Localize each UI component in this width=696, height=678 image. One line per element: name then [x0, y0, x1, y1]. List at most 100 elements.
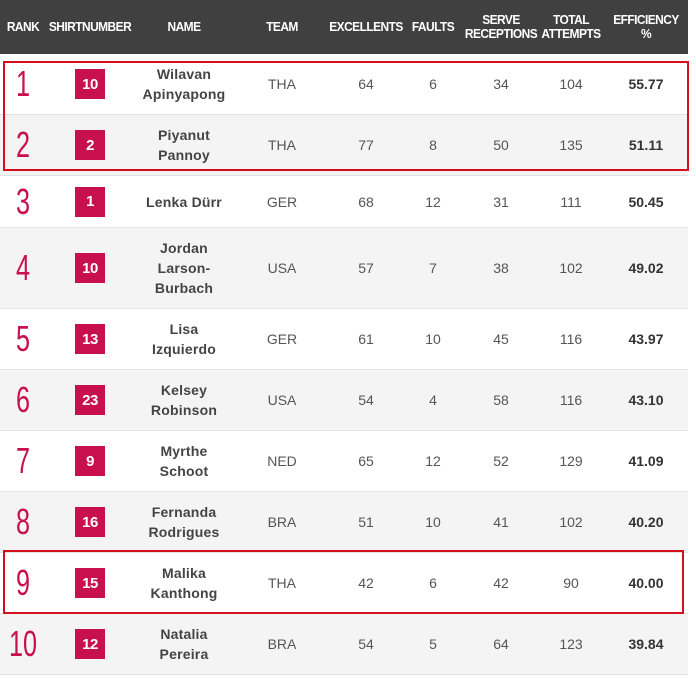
- cell-eff: 50.45: [604, 176, 688, 227]
- eff-value: 43.10: [628, 392, 664, 408]
- player-name-line: Pereira: [159, 646, 209, 662]
- faults-value: 8: [429, 137, 437, 153]
- excellents-value: 51: [358, 514, 374, 530]
- team-value: USA: [267, 260, 297, 276]
- cell-faults: 5: [402, 614, 464, 674]
- cell-faults: 12: [402, 176, 464, 227]
- faults-value: 12: [425, 453, 441, 469]
- cell-name: Jordan Larson- Burbach: [134, 228, 234, 308]
- player-name[interactable]: Kelsey Robinson: [151, 380, 217, 420]
- cell-name: Wilavan Apinyapong: [134, 54, 234, 114]
- player-name-line: Fernanda: [151, 504, 217, 520]
- table-row[interactable]: 10 12 Natalia Pereira BRA 54 5 64 123 39.84: [0, 614, 688, 675]
- col-shirtnumber-header[interactable]: SHIRTNUMBER: [49, 0, 132, 54]
- rank-number: 7: [15, 440, 31, 481]
- player-name[interactable]: Piyanut Pannoy: [158, 125, 210, 165]
- faults-value: 6: [429, 575, 437, 591]
- cell-team: NED: [234, 431, 330, 491]
- team-value: NED: [267, 453, 297, 469]
- col-efficiency-header[interactable]: EFFICIENCY%: [607, 0, 684, 54]
- table-row[interactable]: 3 1 Lenka Dürr GER 68 12 31 111 50.45: [0, 176, 688, 228]
- cell-team: BRA: [234, 614, 330, 674]
- col-total-attempts-header[interactable]: TOTAL ATTEMPTS: [541, 0, 602, 54]
- cell-serve: 42: [464, 553, 538, 613]
- player-name-line: Pannoy: [158, 147, 210, 163]
- cell-team: USA: [234, 370, 330, 430]
- total-value: 129: [559, 453, 583, 469]
- player-name-line: Kanthong: [150, 585, 218, 601]
- cell-total: 116: [538, 370, 604, 430]
- team-value: THA: [268, 137, 296, 153]
- cell-excellents: 64: [330, 54, 402, 114]
- rank-number: 5: [15, 318, 31, 359]
- player-name-line: Jordan: [160, 240, 208, 256]
- player-name[interactable]: Myrthe Schoot: [160, 441, 209, 481]
- cell-total: 102: [538, 492, 604, 552]
- cell-name: Myrthe Schoot: [134, 431, 234, 491]
- cell-shirt: 10: [46, 228, 134, 308]
- player-name-line: Rodrigues: [148, 524, 220, 540]
- col-faults-header[interactable]: FAULTS: [404, 0, 461, 54]
- player-name-line: Larson-: [157, 260, 211, 276]
- cell-total: 129: [538, 431, 604, 491]
- player-name[interactable]: Jordan Larson- Burbach: [155, 238, 213, 298]
- col-serve-receptions-header[interactable]: SERVE RECEPTIONS: [465, 0, 538, 54]
- shirt-number-badge: 12: [75, 629, 105, 659]
- table-row[interactable]: 9 15 Malika Kanthong THA 42 6 42 90 40.00: [0, 553, 688, 614]
- table-row[interactable]: 4 10 Jordan Larson- Burbach USA 57 7 38 102 49.02: [0, 228, 688, 309]
- cell-excellents: 54: [330, 614, 402, 674]
- cell-faults: 6: [402, 553, 464, 613]
- player-name-line: Apinyapong: [142, 86, 226, 102]
- table-row[interactable]: 2 2 Piyanut Pannoy THA 77 8 50 135 51.11: [0, 115, 688, 176]
- player-name[interactable]: Natalia Pereira: [160, 624, 209, 664]
- serve-value: 42: [493, 575, 509, 591]
- rank-number: 1: [15, 63, 31, 104]
- cell-serve: 31: [464, 176, 538, 227]
- team-value: BRA: [267, 636, 297, 652]
- cell-serve: 64: [464, 614, 538, 674]
- eff-value: 40.00: [628, 575, 664, 591]
- serve-value: 52: [493, 453, 509, 469]
- table-row[interactable]: 8 16 Fernanda Rodrigues BRA 51 10 41 102 40.20: [0, 492, 688, 553]
- cell-serve: 52: [464, 431, 538, 491]
- player-name-line: Kelsey: [160, 382, 208, 398]
- table-row[interactable]: 7 9 Myrthe Schoot NED 65 12 52 129 41.09: [0, 431, 688, 492]
- player-name[interactable]: Malika Kanthong: [151, 563, 218, 603]
- cell-team: GER: [234, 309, 330, 369]
- player-name-line: Izquierdo: [151, 341, 217, 357]
- table-row[interactable]: 6 23 Kelsey Robinson USA 54 4 58 116 43.10: [0, 370, 688, 431]
- cell-rank: 9: [0, 553, 46, 613]
- cell-eff: 43.97: [604, 309, 688, 369]
- table-row[interactable]: 5 13 Lisa Izquierdo GER 61 10 45 116 43.97: [0, 309, 688, 370]
- table-row[interactable]: 1 10 Wilavan Apinyapong THA 64 6 34 104 55.77: [0, 54, 688, 115]
- excellents-value: 57: [358, 260, 374, 276]
- player-name[interactable]: Wilavan Apinyapong: [143, 64, 226, 104]
- cell-faults: 4: [402, 370, 464, 430]
- cell-shirt: 12: [46, 614, 134, 674]
- cell-name: Lenka Dürr: [134, 176, 234, 227]
- cell-total: 111: [538, 176, 604, 227]
- player-name[interactable]: Fernanda Rodrigues: [148, 502, 219, 542]
- total-value: 102: [559, 260, 583, 276]
- shirt-number-badge: 2: [75, 130, 105, 160]
- cell-serve: 58: [464, 370, 538, 430]
- col-rank-header[interactable]: RANK: [2, 0, 44, 54]
- cell-name: Natalia Pereira: [134, 614, 234, 674]
- player-name[interactable]: Lenka Dürr: [146, 192, 222, 212]
- col-team-header[interactable]: TEAM: [238, 0, 326, 54]
- col-name-header[interactable]: NAME: [138, 0, 230, 54]
- col-excellents-header[interactable]: EXCELLENTS: [329, 0, 403, 54]
- cell-name: Malika Kanthong: [134, 553, 234, 613]
- cell-shirt: 23: [46, 370, 134, 430]
- cell-faults: 10: [402, 309, 464, 369]
- cell-excellents: 42: [330, 553, 402, 613]
- excellents-value: 65: [358, 453, 374, 469]
- cell-eff: 43.10: [604, 370, 688, 430]
- team-value: GER: [266, 193, 298, 210]
- cell-rank: 7: [0, 431, 46, 491]
- player-name[interactable]: Lisa Izquierdo: [152, 319, 216, 359]
- rank-number: 10: [8, 623, 38, 664]
- faults-value: 10: [425, 331, 441, 347]
- cell-total: 135: [538, 115, 604, 175]
- team-value: THA: [268, 76, 296, 92]
